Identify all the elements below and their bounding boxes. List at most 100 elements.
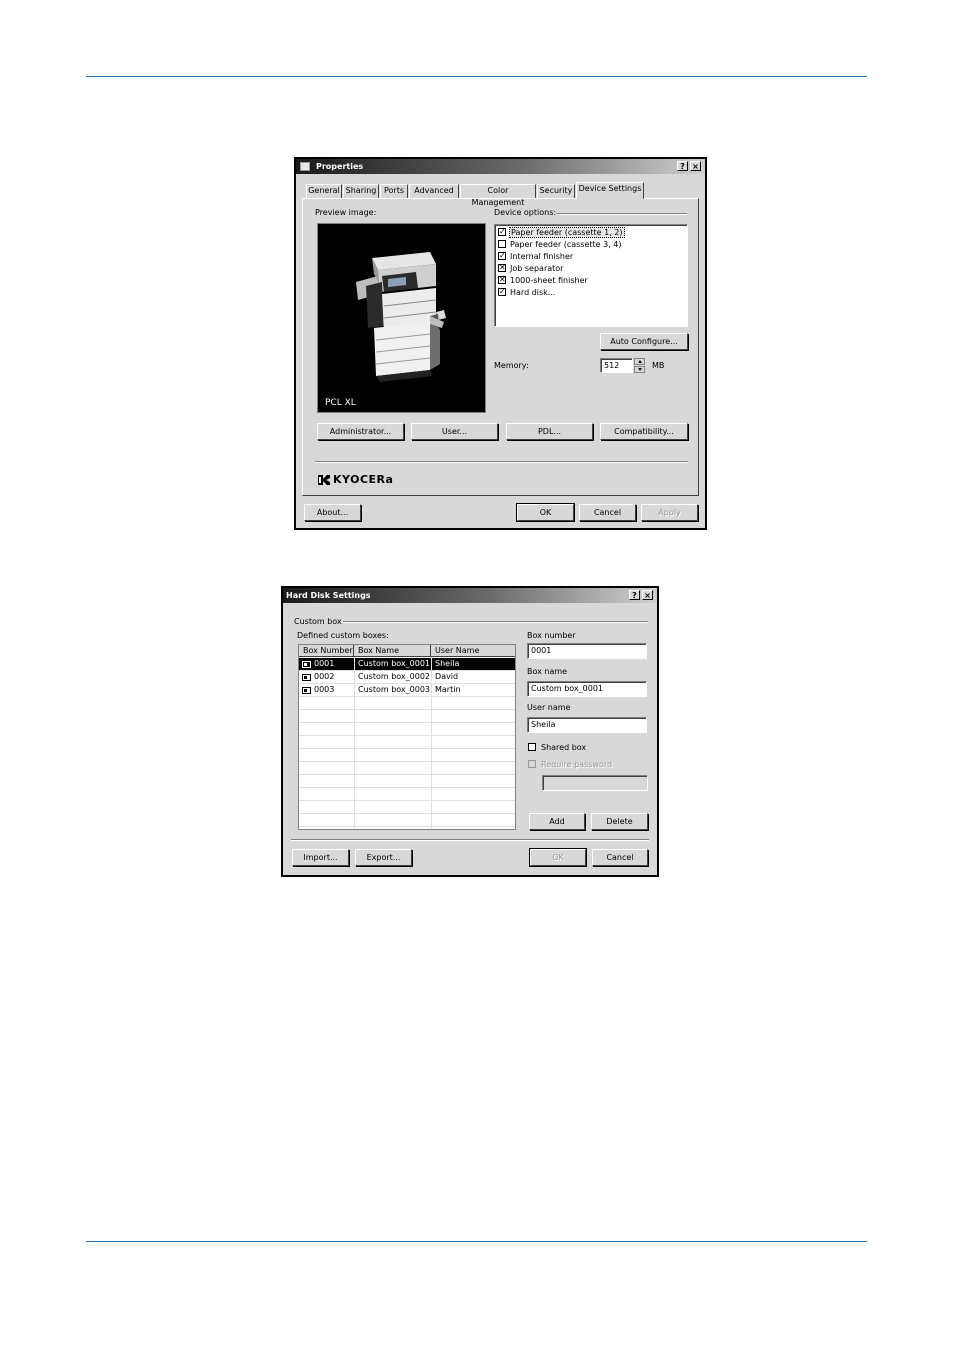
empty-row xyxy=(299,788,515,801)
memory-spinner[interactable] xyxy=(634,358,645,373)
cancel-button[interactable]: Cancel xyxy=(579,504,636,521)
help-button[interactable]: ? xyxy=(629,590,640,600)
table-row[interactable]: 0002 Custom box_0002 David xyxy=(299,671,515,684)
box-name-label: Box name xyxy=(527,667,568,676)
box-name-field[interactable]: Custom box_0001 xyxy=(527,681,647,697)
option-checkbox[interactable]: ✓ xyxy=(498,228,506,236)
custom-box-list[interactable]: Box Number Box Name User Name 0001 Custo… xyxy=(298,644,516,830)
tab-general[interactable]: General xyxy=(306,184,342,198)
option-label: Paper feeder (cassette 1, 2) xyxy=(509,227,625,238)
device-settings-panel: Preview image: PCL XL Device options: ✓ … xyxy=(302,198,699,496)
box-icon xyxy=(302,687,311,694)
ok-button[interactable]: OK xyxy=(516,503,575,522)
option-checkbox[interactable]: ✕ xyxy=(498,276,506,284)
kyocera-mark-icon xyxy=(318,475,330,485)
preview-caption: PCL XL xyxy=(325,398,356,408)
delete-button[interactable]: Delete xyxy=(591,813,648,830)
pdl-button[interactable]: PDL... xyxy=(506,423,593,440)
printer-icon xyxy=(300,162,310,171)
administrator-button[interactable]: Administrator... xyxy=(317,423,404,440)
empty-row xyxy=(299,697,515,710)
option-label: Job separator xyxy=(510,264,564,273)
import-button[interactable]: Import... xyxy=(292,849,349,866)
spin-up-icon[interactable] xyxy=(634,358,645,365)
add-button[interactable]: Add xyxy=(529,813,585,830)
kyocera-wordmark: KYOCERa xyxy=(333,473,394,486)
user-button[interactable]: User... xyxy=(411,423,498,440)
properties-titlebar[interactable]: Properties ? × xyxy=(296,159,705,174)
custom-box-separator xyxy=(343,621,648,623)
brand-separator xyxy=(315,461,688,463)
tab-sharing[interactable]: Sharing xyxy=(343,184,379,198)
top-rule xyxy=(86,76,867,77)
empty-row xyxy=(299,762,515,775)
cell-box-name: Custom box_0003 xyxy=(358,685,431,694)
device-options-label: Device options: xyxy=(494,208,557,217)
column-header-box-number[interactable]: Box Number xyxy=(299,645,354,657)
preview-image: PCL XL xyxy=(317,223,486,413)
require-password-checkbox[interactable] xyxy=(528,760,536,768)
memory-label: Memory: xyxy=(494,361,529,370)
preview-image-label: Preview image: xyxy=(315,208,377,217)
cancel-button[interactable]: Cancel xyxy=(592,849,648,866)
option-checkbox[interactable]: ✓ xyxy=(498,252,506,260)
tab-advanced[interactable]: Advanced xyxy=(409,184,459,198)
box-icon xyxy=(302,674,311,681)
password-field[interactable] xyxy=(542,775,648,791)
tab-device-settings[interactable]: Device Settings xyxy=(576,182,644,199)
apply-button[interactable]: Apply xyxy=(641,504,698,521)
option-checkbox[interactable] xyxy=(498,240,506,248)
cell-user-name: Sheila xyxy=(435,659,460,668)
cell-box-number: 0003 xyxy=(314,685,335,694)
cell-box-name: Custom box_0002 xyxy=(358,672,431,681)
defined-custom-boxes-label: Defined custom boxes: xyxy=(297,631,389,640)
spin-down-icon[interactable] xyxy=(634,366,645,373)
close-button[interactable]: × xyxy=(642,590,653,600)
table-row[interactable]: 0003 Custom box_0003 Martin xyxy=(299,684,515,697)
empty-row xyxy=(299,814,515,827)
memory-unit: MB xyxy=(652,361,665,370)
export-button[interactable]: Export... xyxy=(355,849,412,866)
cell-box-name: Custom box_0001 xyxy=(358,659,431,668)
option-checkbox[interactable]: ✕ xyxy=(498,264,506,272)
shared-box-label: Shared box xyxy=(541,743,587,752)
box-icon xyxy=(302,661,311,668)
hard-disk-titlebar[interactable]: Hard Disk Settings ? × xyxy=(283,588,657,603)
box-number-field[interactable]: 0001 xyxy=(527,643,647,659)
column-header-user-name[interactable]: User Name xyxy=(431,645,515,657)
printer-image xyxy=(356,252,446,382)
help-button[interactable]: ? xyxy=(677,161,688,171)
custom-box-label: Custom box xyxy=(294,617,342,626)
close-button[interactable]: × xyxy=(690,161,701,171)
hard-disk-settings-dialog: Hard Disk Settings ? × Custom box Define… xyxy=(281,586,659,877)
user-name-label: User name xyxy=(527,703,571,712)
table-row[interactable]: 0001 Custom box_0001 Sheila xyxy=(299,658,515,671)
user-name-field[interactable]: Sheila xyxy=(527,717,647,733)
dialog-title: Properties xyxy=(316,162,364,171)
cell-box-number: 0001 xyxy=(314,659,335,668)
require-password-label: Require password xyxy=(541,760,613,769)
column-header-box-name[interactable]: Box Name xyxy=(354,645,431,657)
option-label: 1000-sheet finisher xyxy=(510,276,588,285)
device-options-separator xyxy=(556,213,687,215)
dialog-title: Hard Disk Settings xyxy=(286,591,371,600)
box-number-label: Box number xyxy=(527,631,576,640)
ok-button[interactable]: OK xyxy=(529,848,587,867)
about-button[interactable]: About... xyxy=(304,504,361,521)
empty-row xyxy=(299,723,515,736)
memory-field[interactable]: 512 xyxy=(600,358,633,373)
properties-dialog: Properties ? × General Sharing Ports Adv… xyxy=(294,157,707,530)
empty-row xyxy=(299,749,515,762)
device-options-list[interactable]: ✓ Paper feeder (cassette 1, 2) Paper fee… xyxy=(494,224,688,327)
shared-box-checkbox[interactable] xyxy=(528,743,536,751)
tab-color-management[interactable]: Color Management xyxy=(460,184,536,207)
auto-configure-button[interactable]: Auto Configure... xyxy=(600,333,688,350)
cell-user-name: David xyxy=(435,672,459,681)
option-checkbox[interactable]: ✓ xyxy=(498,288,506,296)
column-divider xyxy=(354,657,355,829)
option-label: Paper feeder (cassette 3, 4) xyxy=(510,240,622,249)
bottom-rule xyxy=(86,1241,867,1242)
compatibility-button[interactable]: Compatibility... xyxy=(600,423,688,440)
tab-security[interactable]: Security xyxy=(537,184,575,198)
tab-ports[interactable]: Ports xyxy=(380,184,408,198)
